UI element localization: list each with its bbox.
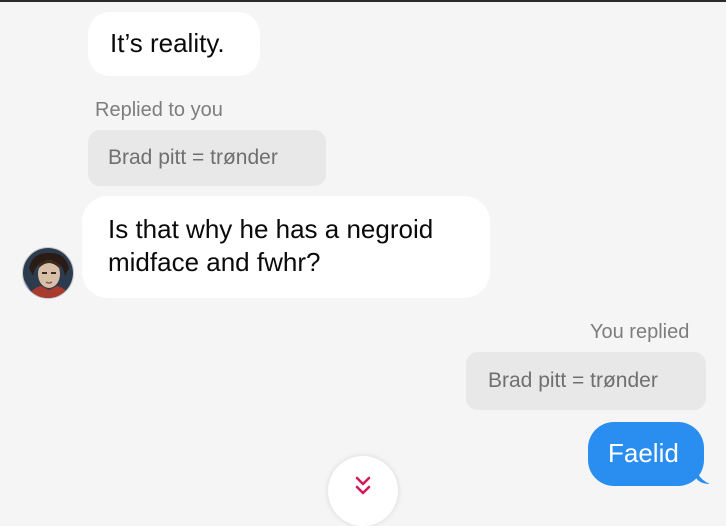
double-chevron-down-icon	[355, 476, 371, 495]
incoming-reply-bubble[interactable]: Is that why he has a negroid midface and…	[82, 196, 490, 298]
incoming-message-bubble[interactable]: It’s reality.	[88, 12, 260, 76]
quoted-text: Brad pitt = trønder	[488, 369, 658, 392]
quoted-message[interactable]: Brad pitt = trønder	[466, 352, 706, 410]
quoted-text: Brad pitt = trønder	[108, 146, 278, 169]
message-text: Faelid	[608, 438, 679, 468]
reply-context-label: Replied to you	[95, 99, 223, 121]
bubble-tail	[696, 470, 710, 484]
sender-avatar[interactable]	[22, 247, 74, 299]
quoted-message[interactable]: Brad pitt = trønder	[88, 130, 326, 186]
scroll-to-bottom-button[interactable]	[328, 456, 398, 526]
message-text: It’s reality.	[110, 28, 225, 58]
outgoing-message-bubble[interactable]: Faelid	[588, 422, 704, 486]
top-divider	[0, 0, 726, 2]
reply-context-label: You replied	[590, 321, 690, 343]
avatar-image	[23, 248, 73, 298]
message-text: Is that why he has a negroid midface and…	[108, 214, 434, 277]
